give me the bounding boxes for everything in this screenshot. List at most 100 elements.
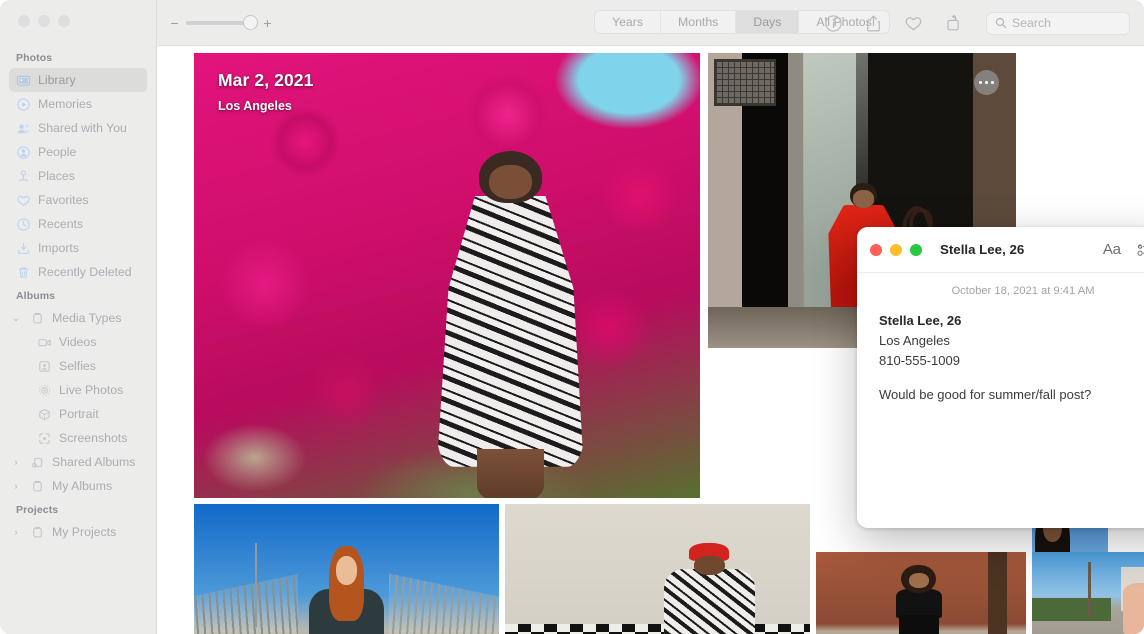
sidebar-item-screenshots[interactable]: Screenshots bbox=[9, 426, 147, 450]
chevron-down-icon[interactable]: ⌄ bbox=[9, 313, 23, 323]
sidebar-item-label: Live Photos bbox=[59, 383, 124, 397]
orange-wall-subject bbox=[895, 564, 942, 634]
sidebar-group-photos-title: Photos bbox=[16, 52, 53, 64]
hero-legs bbox=[476, 449, 544, 498]
photo-tile-orange-wall[interactable] bbox=[816, 552, 1026, 634]
sidebar-item-people[interactable]: People bbox=[9, 140, 147, 164]
library-icon bbox=[16, 73, 31, 88]
bridge-rail-left bbox=[194, 573, 298, 634]
zoom-in-label[interactable]: + bbox=[263, 16, 272, 30]
photo-tile-hero[interactable]: Mar 2, 2021 Los Angeles bbox=[194, 53, 700, 498]
sidebar-item-label: Recently Deleted bbox=[38, 265, 132, 279]
sidebar-item-label: Imports bbox=[38, 241, 79, 255]
sidebar-item-label: Shared with You bbox=[38, 121, 127, 135]
sidebar-item-portrait[interactable]: Portrait bbox=[9, 402, 147, 426]
sidebar-item-label: My Albums bbox=[52, 479, 113, 493]
doorway-grate bbox=[714, 58, 776, 107]
street-cape bbox=[1123, 583, 1144, 634]
shared-album-icon bbox=[30, 455, 45, 470]
notes-minimize-button[interactable] bbox=[890, 243, 902, 256]
chevron-right-icon[interactable]: › bbox=[9, 457, 23, 467]
notes-traffic-lights[interactable] bbox=[870, 243, 922, 256]
search-icon bbox=[995, 17, 1007, 29]
notes-zoom-button[interactable] bbox=[910, 243, 922, 256]
notes-title: Stella Lee, 26 bbox=[940, 242, 1025, 257]
sidebar-group-projects-title: Projects bbox=[16, 504, 59, 516]
screenshot-icon bbox=[37, 431, 52, 446]
album-icon bbox=[30, 479, 45, 494]
sidebar-item-label: Screenshots bbox=[59, 431, 128, 445]
heart-icon[interactable] bbox=[904, 14, 923, 33]
sidebar-item-library[interactable]: Library bbox=[9, 68, 147, 92]
notes-close-button[interactable] bbox=[870, 243, 882, 256]
chevron-right-icon[interactable]: › bbox=[9, 481, 23, 491]
sidebar-item-live-photos[interactable]: Live Photos bbox=[9, 378, 147, 402]
orange-wall-post bbox=[988, 552, 1008, 634]
rotate-icon[interactable] bbox=[944, 14, 963, 33]
tab-months[interactable]: Months bbox=[661, 11, 737, 33]
tab-days[interactable]: Days bbox=[736, 11, 800, 33]
close-button[interactable] bbox=[18, 15, 30, 27]
toolbar-actions: Search bbox=[824, 0, 1130, 46]
memories-icon bbox=[16, 97, 31, 112]
album-icon bbox=[30, 525, 45, 540]
import-icon bbox=[16, 241, 31, 256]
sidebar-item-videos[interactable]: Videos bbox=[9, 330, 147, 354]
sidebar-item-memories[interactable]: Memories bbox=[9, 92, 147, 116]
shared-with-you-icon bbox=[16, 121, 31, 136]
format-text-button[interactable]: Aa bbox=[1103, 242, 1121, 257]
sidebar-item-favorites[interactable]: Favorites bbox=[9, 188, 147, 212]
sidebar-item-recents[interactable]: Recents bbox=[9, 212, 147, 236]
sidebar-item-shared-with-you[interactable]: Shared with You bbox=[9, 116, 147, 140]
main-content: − + Years Months Days All Photos Search … bbox=[157, 0, 1144, 634]
video-icon bbox=[37, 335, 52, 350]
search-input[interactable]: Search bbox=[986, 11, 1130, 35]
notes-actions: Aa » bbox=[1103, 242, 1144, 258]
sidebar-item-imports[interactable]: Imports bbox=[9, 236, 147, 260]
notes-window[interactable]: Stella Lee, 26 Aa » October 18, 2021 at … bbox=[857, 227, 1144, 528]
tab-years[interactable]: Years bbox=[595, 11, 661, 33]
more-options-button[interactable] bbox=[974, 70, 999, 95]
sidebar-item-my-albums[interactable]: › My Albums bbox=[9, 474, 147, 498]
sidebar-item-media-types[interactable]: ⌄ Media Types bbox=[9, 306, 147, 330]
sidebar-item-label: Library bbox=[38, 73, 76, 87]
zoom-track[interactable] bbox=[186, 15, 258, 30]
zoom-thumb[interactable] bbox=[243, 15, 258, 30]
photo-location-label: Los Angeles bbox=[218, 99, 292, 113]
photo-tile-bridge[interactable] bbox=[194, 504, 499, 634]
share-icon[interactable] bbox=[864, 14, 883, 33]
zoom-slider[interactable]: − + bbox=[157, 15, 272, 30]
sidebar-item-selfies[interactable]: Selfies bbox=[9, 354, 147, 378]
notes-titlebar[interactable]: Stella Lee, 26 Aa » bbox=[857, 227, 1144, 273]
window-traffic-lights[interactable] bbox=[18, 15, 70, 27]
sidebar-item-my-projects[interactable]: › My Projects bbox=[9, 520, 147, 544]
info-icon[interactable] bbox=[824, 14, 843, 33]
sidebar-item-shared-albums[interactable]: › Shared Albums bbox=[9, 450, 147, 474]
sidebar-item-label: People bbox=[38, 145, 77, 159]
notes-body[interactable]: October 18, 2021 at 9:41 AM Stella Lee, … bbox=[857, 273, 1144, 528]
zoom-out-label[interactable]: − bbox=[170, 16, 179, 30]
sidebar-item-places[interactable]: Places bbox=[9, 164, 147, 188]
sidebar-item-label: Places bbox=[38, 169, 75, 183]
hero-face bbox=[488, 164, 532, 200]
places-icon bbox=[16, 169, 31, 184]
dot bbox=[984, 80, 989, 85]
photo-tile-street[interactable] bbox=[1032, 552, 1144, 634]
checkerboard-subject bbox=[663, 542, 756, 634]
chevron-right-icon[interactable]: › bbox=[9, 527, 23, 537]
sidebar-item-recently-deleted[interactable]: Recently Deleted bbox=[9, 260, 147, 284]
minimize-button[interactable] bbox=[38, 15, 50, 27]
note-body-text: Would be good for summer/fall post? bbox=[879, 387, 1092, 403]
checklist-icon[interactable] bbox=[1137, 242, 1144, 258]
hero-subject bbox=[427, 150, 594, 498]
sidebar-item-label: Memories bbox=[38, 97, 92, 111]
zoom-button[interactable] bbox=[58, 15, 70, 27]
selfie-icon bbox=[37, 359, 52, 374]
street-hedge bbox=[1032, 598, 1112, 622]
orange-wall-top bbox=[895, 589, 942, 618]
dot bbox=[990, 80, 995, 85]
trash-icon bbox=[16, 265, 31, 280]
people-icon bbox=[16, 145, 31, 160]
photo-tile-checkerboard[interactable] bbox=[505, 504, 810, 634]
sidebar-item-label: Portrait bbox=[59, 407, 99, 421]
